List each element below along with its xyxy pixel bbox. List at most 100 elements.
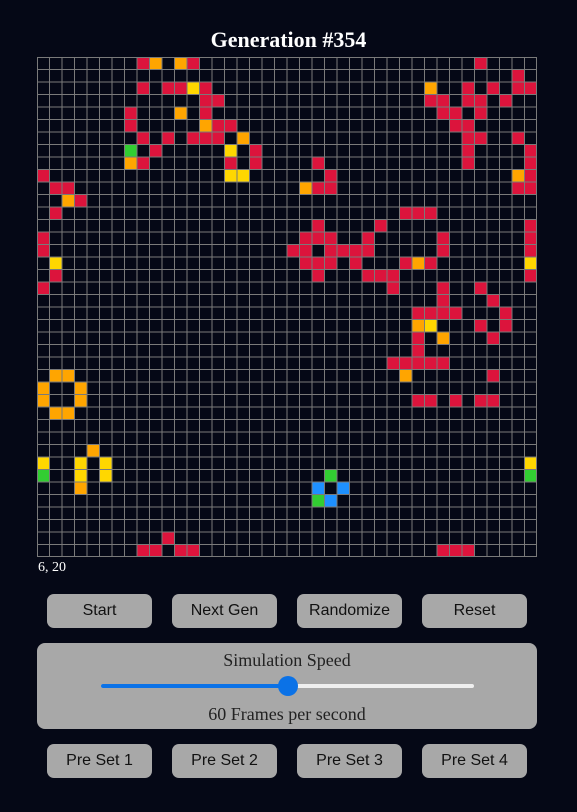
live-cell-orange[interactable] xyxy=(149,57,163,70)
live-cell-red[interactable] xyxy=(499,307,513,320)
live-cell-red[interactable] xyxy=(449,119,463,133)
live-cell-red[interactable] xyxy=(412,207,425,220)
live-cell-orange[interactable] xyxy=(424,82,438,95)
live-cell-red[interactable] xyxy=(199,107,213,120)
live-cell-orange[interactable] xyxy=(412,319,425,333)
speed-slider-thumb[interactable] xyxy=(277,676,298,696)
live-cell-red[interactable] xyxy=(487,332,500,345)
live-cell-red[interactable] xyxy=(387,357,400,370)
live-cell-red[interactable] xyxy=(137,544,150,558)
live-cell-green[interactable] xyxy=(524,469,538,483)
live-cell-red[interactable] xyxy=(312,232,325,245)
live-cell-red[interactable] xyxy=(437,294,450,308)
live-cell-red[interactable] xyxy=(412,394,425,408)
live-cell-red[interactable] xyxy=(299,244,313,258)
live-cell-red[interactable] xyxy=(449,544,463,558)
live-cell-red[interactable] xyxy=(249,144,263,158)
live-cell-red[interactable] xyxy=(124,119,138,133)
live-cell-red[interactable] xyxy=(412,332,425,345)
live-cell-yellow[interactable] xyxy=(74,457,88,470)
live-cell-red[interactable] xyxy=(312,257,325,270)
live-cell-orange[interactable] xyxy=(49,407,63,420)
live-cell-red[interactable] xyxy=(212,132,225,145)
live-cell-red[interactable] xyxy=(512,69,525,83)
live-cell-red[interactable] xyxy=(524,244,538,258)
live-cell-red[interactable] xyxy=(412,357,425,370)
live-cell-red[interactable] xyxy=(37,232,50,245)
preset-3-button[interactable]: Pre Set 3 xyxy=(297,744,402,778)
live-cell-red[interactable] xyxy=(462,82,475,95)
live-cell-orange[interactable] xyxy=(299,182,313,195)
live-cell-red[interactable] xyxy=(299,257,313,270)
live-cell-red[interactable] xyxy=(299,232,313,245)
live-cell-red[interactable] xyxy=(437,107,450,120)
live-cell-red[interactable] xyxy=(37,244,50,258)
preset-4-button[interactable]: Pre Set 4 xyxy=(422,744,527,778)
live-cell-red[interactable] xyxy=(362,269,375,283)
live-cell-red[interactable] xyxy=(474,132,488,145)
live-cell-red[interactable] xyxy=(474,94,488,108)
live-cell-red[interactable] xyxy=(212,119,225,133)
live-cell-red[interactable] xyxy=(437,307,450,320)
live-cell-red[interactable] xyxy=(524,232,538,245)
live-cell-orange[interactable] xyxy=(62,407,75,420)
live-cell-red[interactable] xyxy=(524,169,538,183)
live-cell-red[interactable] xyxy=(324,182,338,195)
live-cell-red[interactable] xyxy=(37,169,50,183)
live-cell-orange[interactable] xyxy=(437,332,450,345)
live-cell-red[interactable] xyxy=(474,57,488,70)
live-cell-red[interactable] xyxy=(462,119,475,133)
live-cell-red[interactable] xyxy=(49,269,63,283)
live-cell-orange[interactable] xyxy=(62,369,75,383)
live-cell-red[interactable] xyxy=(524,82,538,95)
randomize-button[interactable]: Randomize xyxy=(297,594,402,628)
live-cell-red[interactable] xyxy=(162,532,175,545)
live-cell-red[interactable] xyxy=(512,182,525,195)
live-cell-red[interactable] xyxy=(437,282,450,295)
live-cell-red[interactable] xyxy=(174,544,188,558)
reset-button[interactable]: Reset xyxy=(422,594,527,628)
live-cell-red[interactable] xyxy=(449,107,463,120)
live-cell-red[interactable] xyxy=(374,219,388,233)
live-cell-yellow[interactable] xyxy=(524,257,538,270)
live-cell-red[interactable] xyxy=(224,119,238,133)
live-cell-orange[interactable] xyxy=(237,132,250,145)
live-cell-red[interactable] xyxy=(49,207,63,220)
live-cell-yellow[interactable] xyxy=(524,457,538,470)
live-cell-red[interactable] xyxy=(524,157,538,170)
live-cell-red[interactable] xyxy=(524,144,538,158)
live-cell-red[interactable] xyxy=(424,207,438,220)
live-cell-red[interactable] xyxy=(162,82,175,95)
next-gen-button[interactable]: Next Gen xyxy=(172,594,277,628)
live-cell-red[interactable] xyxy=(449,307,463,320)
live-cell-yellow[interactable] xyxy=(187,82,200,95)
live-cell-red[interactable] xyxy=(487,294,500,308)
live-cell-red[interactable] xyxy=(362,232,375,245)
live-cell-yellow[interactable] xyxy=(237,169,250,183)
live-cell-red[interactable] xyxy=(324,232,338,245)
live-cell-red[interactable] xyxy=(312,157,325,170)
live-cell-orange[interactable] xyxy=(174,57,188,70)
live-cell-orange[interactable] xyxy=(87,444,100,458)
live-cell-red[interactable] xyxy=(174,82,188,95)
live-cell-red[interactable] xyxy=(399,207,413,220)
live-cell-red[interactable] xyxy=(449,394,463,408)
live-cell-yellow[interactable] xyxy=(424,319,438,333)
live-cell-orange[interactable] xyxy=(412,257,425,270)
live-cell-red[interactable] xyxy=(412,307,425,320)
live-cell-red[interactable] xyxy=(437,94,450,108)
start-button[interactable]: Start xyxy=(47,594,152,628)
live-cell-red[interactable] xyxy=(374,269,388,283)
live-cell-red[interactable] xyxy=(362,244,375,258)
live-cell-orange[interactable] xyxy=(62,194,75,208)
live-cell-red[interactable] xyxy=(62,182,75,195)
board-canvas[interactable] xyxy=(37,57,537,557)
live-cell-red[interactable] xyxy=(149,144,163,158)
live-cell-red[interactable] xyxy=(424,94,438,108)
live-cell-red[interactable] xyxy=(399,357,413,370)
live-cell-blue[interactable] xyxy=(324,494,338,508)
live-cell-red[interactable] xyxy=(424,357,438,370)
live-cell-red[interactable] xyxy=(487,369,500,383)
live-cell-red[interactable] xyxy=(324,169,338,183)
live-cell-red[interactable] xyxy=(212,94,225,108)
